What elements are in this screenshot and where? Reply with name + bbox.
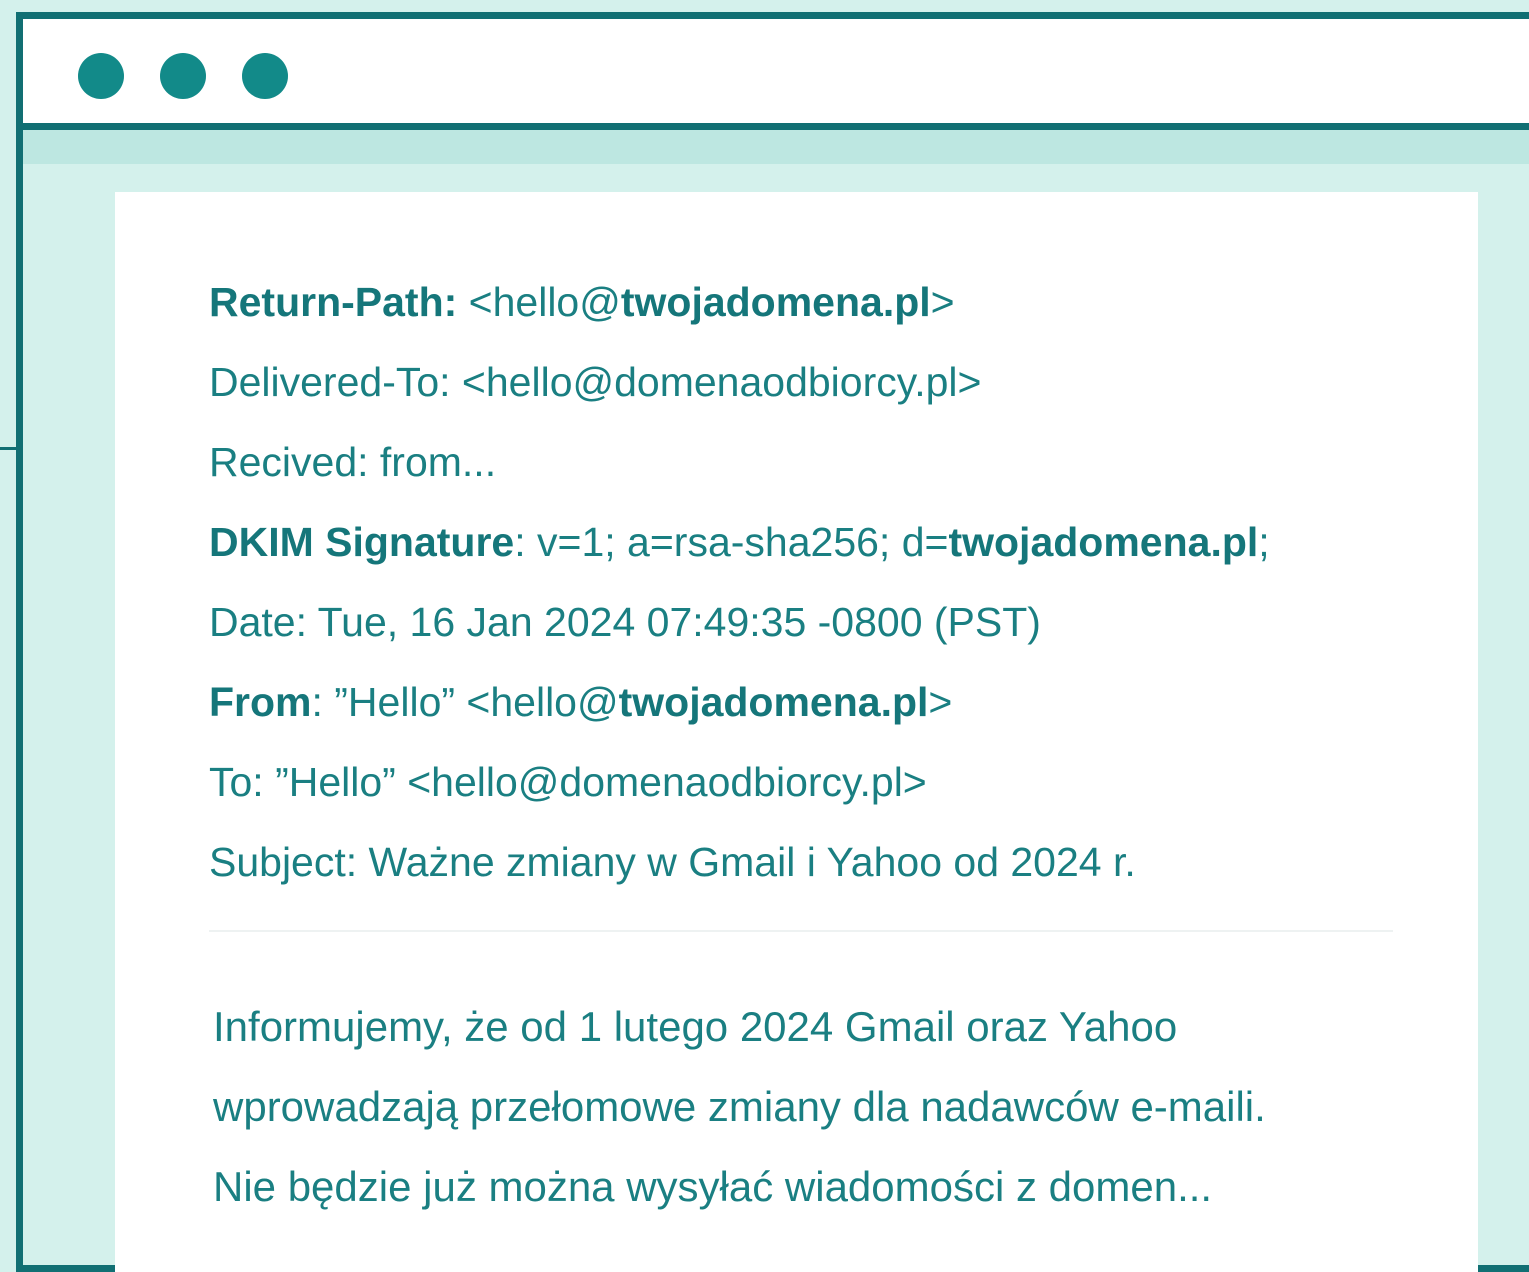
window-titlebar — [23, 19, 1529, 130]
header-date: Date: Tue, 16 Jan 2024 07:49:35 -0800 (P… — [209, 599, 1041, 645]
return-path-prefix: <hello@ — [457, 279, 621, 325]
email-card: Return-Path: <hello@twojadomena.pl> Deli… — [115, 192, 1478, 1272]
window-control-dot-icon[interactable] — [78, 53, 124, 99]
header-return-path: Return-Path: <hello@twojadomena.pl> — [209, 262, 1459, 342]
header-body-divider — [209, 930, 1393, 932]
from-suffix: > — [928, 679, 953, 725]
header-dkim-signature: DKIM Signature: v=1; a=rsa-sha256; d=two… — [209, 502, 1459, 582]
toolbar-band — [23, 130, 1529, 164]
return-path-suffix: > — [930, 279, 955, 325]
header-from: From: ”Hello” <hello@twojadomena.pl> — [209, 662, 1459, 742]
dkim-label: DKIM Signature — [209, 519, 515, 565]
from-label: From — [209, 679, 312, 725]
email-body: Informujemy, że od 1 lutego 2024 Gmail o… — [213, 987, 1453, 1227]
window-control-dot-icon[interactable] — [160, 53, 206, 99]
header-delivered-to: Delivered-To: <hello@domenaodbiorcy.pl> — [209, 359, 982, 405]
return-path-domain: twojadomena.pl — [620, 279, 931, 325]
dkim-suffix: ; — [1258, 519, 1270, 565]
browser-window: Return-Path: <hello@twojadomena.pl> Deli… — [16, 12, 1529, 1272]
email-headers: Return-Path: <hello@twojadomena.pl> Deli… — [209, 262, 1459, 902]
dkim-params: : v=1; a=rsa-sha256; d= — [514, 519, 949, 565]
window-control-dot-icon[interactable] — [242, 53, 288, 99]
dkim-domain: twojadomena.pl — [948, 519, 1259, 565]
body-line: Informujemy, że od 1 lutego 2024 Gmail o… — [213, 1003, 1178, 1050]
body-line: Nie będzie już można wysyłać wiadomości … — [213, 1163, 1213, 1210]
from-prefix: : ”Hello” <hello@ — [311, 679, 619, 725]
from-domain: twojadomena.pl — [618, 679, 929, 725]
body-line: wprowadzają przełomowe zmiany dla nadawc… — [213, 1083, 1266, 1130]
header-subject: Subject: Ważne zmiany w Gmail i Yahoo od… — [209, 839, 1136, 885]
header-received: Recived: from... — [209, 439, 497, 485]
return-path-label: Return-Path: — [209, 279, 458, 325]
header-to: To: ”Hello” <hello@domenaodbiorcy.pl> — [209, 759, 927, 805]
